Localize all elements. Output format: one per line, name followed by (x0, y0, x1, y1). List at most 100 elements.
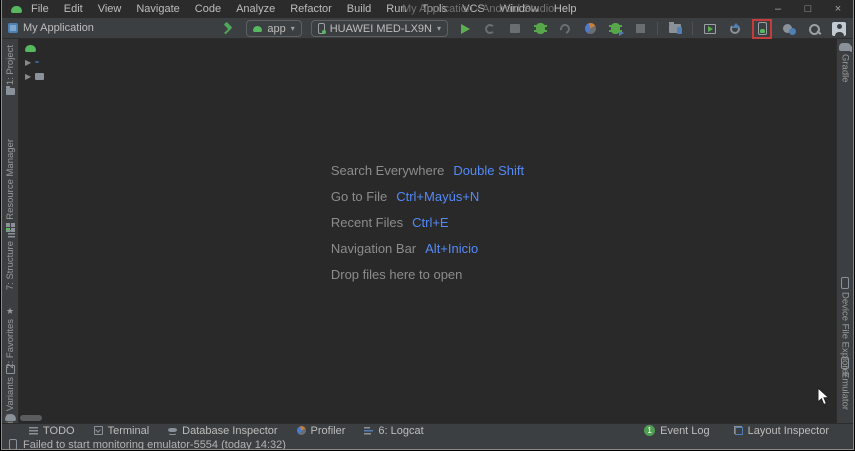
project-breadcrumb[interactable]: My Application (8, 22, 94, 34)
maximize-button[interactable]: □ (793, 0, 823, 18)
device-file-explorer-icon (841, 277, 849, 289)
gradle-elephant-icon (839, 43, 851, 51)
sidebar-item-favorites[interactable]: ★ 2: Favorites (2, 307, 18, 369)
layout-inspector-icon (734, 426, 743, 435)
menu-file[interactable]: File (31, 3, 49, 15)
editor-canvas: ▶ ▶ Search Everywhere Double Shift Go to… (19, 39, 836, 423)
folder-icon (6, 88, 15, 95)
emulator-status-icon (9, 439, 17, 449)
mini-project-tree: ▶ ▶ (21, 41, 44, 83)
apply-code-changes-icon[interactable] (507, 21, 523, 37)
status-bar: Failed to start monitoring emulator-5554… (2, 437, 853, 449)
tool-window-database-inspector[interactable]: Database Inspector (168, 425, 277, 437)
sync-gradle-icon[interactable] (727, 21, 743, 37)
sidebar-item-project[interactable]: 1: Project (2, 45, 18, 95)
sidebar-item-emulator[interactable]: Emulator (837, 357, 853, 410)
bottom-bar-left: TODO Terminal Database Inspector Profile… (2, 425, 424, 437)
tool-window-logcat[interactable]: 6: Logcat (364, 425, 423, 437)
window-controls: – □ × (763, 0, 853, 18)
menu-help[interactable]: Help (554, 3, 577, 15)
chevron-down-icon: ▾ (437, 24, 441, 33)
menu-code[interactable]: Code (195, 3, 221, 15)
shortcut-row: Search Everywhere Double Shift (331, 157, 524, 183)
menu-analyze[interactable]: Analyze (236, 3, 275, 15)
bottom-bar-right: 1 Event Log Layout Inspector (644, 425, 829, 437)
tool-window-todo[interactable]: TODO (29, 425, 75, 437)
device-phone-icon (318, 23, 325, 34)
layout-inspector-button[interactable]: Layout Inspector (734, 425, 829, 437)
chevron-down-icon: ▾ (291, 24, 295, 33)
main-area: 1: Project Resource Manager 7: Structure… (2, 39, 853, 423)
bottom-tool-bar: TODO Terminal Database Inspector Profile… (2, 423, 853, 437)
shortcut-keys: Ctrl+E (412, 215, 448, 230)
device-dropdown[interactable]: HUAWEI MED-LX9N ▾ (311, 20, 448, 37)
database-icon (168, 428, 177, 432)
stop-button[interactable] (632, 21, 648, 37)
menu-navigate[interactable]: Navigate (136, 3, 179, 15)
device-dropdown-value: HUAWEI MED-LX9N (330, 23, 432, 35)
project-tab-label: 1: Project (5, 45, 16, 85)
menu-build[interactable]: Build (347, 3, 371, 15)
tree-row-package[interactable]: ▶ (21, 69, 44, 83)
toolbar-separator (657, 22, 658, 35)
run-coverage-icon[interactable] (557, 21, 573, 37)
tool-window-terminal[interactable]: Terminal (94, 425, 150, 437)
emulator-icon (841, 357, 849, 369)
menu-edit[interactable]: Edit (64, 3, 83, 15)
expand-arrow-icon[interactable]: ▶ (25, 72, 31, 81)
profiler-gauge-icon (297, 426, 306, 435)
debug-button[interactable] (532, 21, 548, 37)
sidebar-item-resource-manager[interactable]: Resource Manager (2, 139, 18, 232)
favorites-tab-label: 2: Favorites (5, 319, 16, 369)
shortcut-label: Navigation Bar (331, 241, 416, 256)
title-bar: File Edit View Navigate Code Analyze Ref… (2, 0, 853, 18)
layout-inspector-label: Layout Inspector (748, 425, 829, 437)
avd-manager-icon[interactable] (758, 22, 767, 35)
right-tool-rail: Gradle Device File Explorer Emulator (836, 39, 853, 423)
project-window-icon (8, 23, 18, 33)
run-button[interactable] (457, 21, 473, 37)
build-hammer-icon[interactable] (221, 21, 237, 37)
horizontal-scrollbar[interactable] (20, 415, 42, 421)
expand-arrow-icon[interactable]: ▶ (25, 58, 31, 67)
profiler-label: Profiler (311, 425, 346, 437)
apply-changes-icon[interactable] (482, 21, 498, 37)
module-dropdown[interactable]: app ▾ (246, 20, 301, 37)
search-everywhere-icon[interactable] (806, 21, 822, 37)
event-log-button[interactable]: 1 Event Log (644, 425, 710, 437)
module-android-icon (253, 26, 262, 32)
menu-refactor[interactable]: Refactor (290, 3, 332, 15)
todo-label: TODO (43, 425, 75, 437)
tree-row-app[interactable] (21, 41, 44, 55)
menu-view[interactable]: View (98, 3, 122, 15)
todo-icon (29, 426, 38, 435)
minimize-button[interactable]: – (763, 0, 793, 18)
close-button[interactable]: × (823, 0, 853, 18)
shortcut-row: Go to File Ctrl+Mayús+N (331, 183, 524, 209)
event-log-label: Event Log (660, 425, 710, 437)
status-message: Failed to start monitoring emulator-5554… (23, 439, 286, 450)
package-icon (35, 73, 44, 80)
sdk-manager-icon[interactable] (781, 21, 797, 37)
android-logo-icon (11, 6, 22, 13)
sidebar-item-structure[interactable]: 7: Structure (2, 229, 18, 290)
emulator-monitor-icon[interactable] (702, 21, 718, 37)
shortcut-row: Navigation Bar Alt+Inicio (331, 235, 524, 261)
tool-window-profiler[interactable]: Profiler (297, 425, 346, 437)
profile-debug-apk-icon[interactable] (667, 21, 683, 37)
database-inspector-label: Database Inspector (182, 425, 277, 437)
tree-row-selected[interactable]: ▶ (21, 55, 44, 69)
attach-debugger-icon[interactable] (607, 21, 623, 37)
main-toolbar: My Application app ▾ HUAWEI MED-LX9N ▾ (2, 18, 853, 39)
shortcut-label: Recent Files (331, 215, 403, 230)
drop-files-hint: Drop files here to open (331, 261, 524, 287)
resource-manager-tab-label: Resource Manager (5, 139, 16, 220)
sidebar-item-gradle[interactable]: Gradle (837, 43, 853, 83)
structure-tab-label: 7: Structure (5, 241, 16, 290)
mouse-cursor (817, 387, 830, 406)
empty-state-shortcuts: Search Everywhere Double Shift Go to Fil… (331, 157, 524, 287)
logcat-label: 6: Logcat (378, 425, 423, 437)
user-avatar-icon[interactable] (831, 21, 847, 37)
profiler-button[interactable] (582, 21, 598, 37)
left-tool-rail: 1: Project Resource Manager 7: Structure… (2, 39, 19, 423)
